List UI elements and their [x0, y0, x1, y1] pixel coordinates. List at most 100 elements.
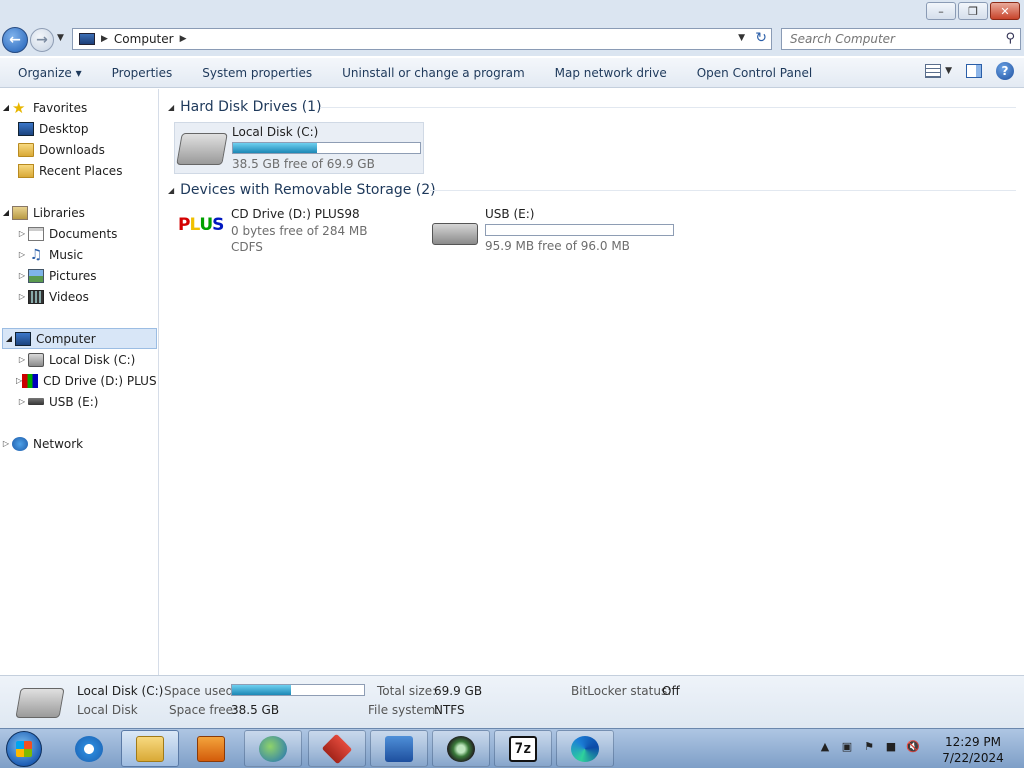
address-row: ← → ▼ ▶ Computer ▶ ▼ ↻ ⚲: [0, 24, 1024, 56]
nav-recent-places[interactable]: Recent Places: [0, 160, 157, 181]
nav-music[interactable]: ▷ ♫ Music: [0, 244, 157, 265]
collapsed-arrow-icon[interactable]: ▷: [0, 439, 12, 448]
capacity-bar-fill: [233, 143, 317, 153]
nav-label: Network: [33, 436, 84, 451]
desktop-icon: [18, 121, 34, 136]
nav-videos[interactable]: ▷ Videos: [0, 286, 157, 307]
organize-menu[interactable]: Organize ▾: [0, 58, 97, 88]
search-input[interactable]: [790, 32, 990, 46]
navigation-pane: ◢ ★ Favorites Desktop Downloads Recent P…: [0, 89, 159, 675]
nav-cd-drive[interactable]: ▷ CD Drive (D:) PLUS98: [0, 370, 157, 391]
expanded-arrow-icon[interactable]: ◢: [3, 334, 15, 343]
nav-desktop[interactable]: Desktop: [0, 118, 157, 139]
nav-usb[interactable]: ▷ USB (E:): [0, 391, 157, 412]
drive-cd-d[interactable]: PLUS CD Drive (D:) PLUS98 0 bytes free o…: [174, 205, 424, 257]
restore-button[interactable]: ❐: [958, 2, 988, 20]
collapsed-arrow-icon[interactable]: ▷: [16, 250, 28, 259]
nav-label: Local Disk (C:): [49, 352, 136, 367]
taskbar-globe-app[interactable]: [244, 730, 302, 767]
nav-label: Desktop: [39, 121, 89, 136]
windows-logo-icon: [16, 741, 32, 757]
address-dropdown-icon[interactable]: ▼: [738, 33, 745, 43]
group-title: Hard Disk Drives (1): [180, 99, 322, 115]
nav-label: Computer: [36, 331, 96, 346]
search-box[interactable]: ⚲: [781, 28, 1021, 50]
breadcrumb-computer[interactable]: Computer: [114, 32, 174, 46]
close-button[interactable]: ✕: [990, 2, 1020, 20]
display-tray-icon[interactable]: ■: [884, 739, 898, 753]
start-button[interactable]: [6, 731, 42, 767]
virtual-machine-icon: [447, 735, 475, 762]
nav-favorites[interactable]: ◢ ★ Favorites: [0, 97, 157, 118]
back-button[interactable]: ←: [2, 27, 28, 53]
star-icon: ★: [12, 98, 26, 117]
refresh-icon[interactable]: ↻: [755, 30, 767, 46]
drive-local-disk-c[interactable]: Local Disk (C:) 38.5 GB free of 69.9 GB: [174, 122, 424, 174]
forward-button[interactable]: →: [30, 28, 54, 52]
breadcrumb-arrow-icon[interactable]: ▶: [101, 34, 108, 44]
collapsed-arrow-icon[interactable]: ▷: [16, 292, 28, 301]
collapsed-arrow-icon[interactable]: ▷: [16, 355, 28, 364]
drive-free-space: 95.9 MB free of 96.0 MB: [485, 239, 630, 253]
collapsed-arrow-icon[interactable]: ▷: [16, 397, 28, 406]
expanded-arrow-icon[interactable]: ◢: [0, 208, 12, 217]
network-globe-icon: [12, 436, 28, 451]
nav-network[interactable]: ▷ Network: [0, 433, 157, 454]
details-capacity-bar-fill: [232, 685, 292, 695]
collapsed-arrow-icon[interactable]: ▷: [16, 271, 28, 280]
uninstall-program-button[interactable]: Uninstall or change a program: [327, 58, 540, 88]
breadcrumb-arrow-icon[interactable]: ▶: [180, 34, 187, 44]
taskbar-internet-explorer[interactable]: [60, 730, 118, 767]
nav-local-disk[interactable]: ▷ Local Disk (C:): [0, 349, 157, 370]
show-hidden-icons-chevron-up-icon[interactable]: ▲: [818, 739, 832, 753]
help-icon[interactable]: ?: [996, 62, 1014, 80]
nav-label: Recent Places: [39, 163, 123, 178]
taskbar-7zip[interactable]: 7z: [494, 730, 552, 767]
recent-pages-chevron-icon[interactable]: ▼: [57, 33, 64, 43]
group-header-removable[interactable]: ◢ Devices with Removable Storage (2): [168, 180, 436, 200]
taskbar-vm-app[interactable]: [432, 730, 490, 767]
system-properties-button[interactable]: System properties: [187, 58, 327, 88]
network-tray-icon[interactable]: ▣: [840, 739, 854, 753]
recent-places-icon: [18, 163, 34, 178]
map-network-drive-button[interactable]: Map network drive: [540, 58, 682, 88]
taskbar-red-app[interactable]: [308, 730, 366, 767]
nav-label: Documents: [49, 226, 118, 241]
nav-downloads[interactable]: Downloads: [0, 139, 157, 160]
details-file-system: NTFS: [434, 703, 465, 717]
usb-drive-icon: [432, 223, 478, 245]
taskbar-media-player[interactable]: [182, 730, 240, 767]
system-tray: ▲ ▣ ⚑ ■ 🔇: [818, 739, 920, 753]
minimize-button[interactable]: –: [926, 2, 956, 20]
taskbar-windows-explorer[interactable]: [121, 730, 179, 767]
open-control-panel-button[interactable]: Open Control Panel: [682, 58, 827, 88]
drive-list-view: ◢ Hard Disk Drives (1) Local Disk (C:) 3…: [160, 89, 1024, 675]
nav-libraries[interactable]: ◢ Libraries: [0, 202, 157, 223]
properties-button[interactable]: Properties: [97, 58, 188, 88]
address-bar[interactable]: ▶ Computer ▶ ▼ ↻: [72, 28, 772, 50]
system-clock[interactable]: 12:29 PM 7/22/2024: [930, 734, 1016, 766]
downloads-folder-icon: [18, 142, 34, 157]
collapse-group-arrow-icon[interactable]: ◢: [168, 103, 174, 112]
nav-label: CD Drive (D:) PLUS98: [43, 373, 157, 388]
hard-disk-icon: [28, 352, 44, 367]
collapsed-arrow-icon[interactable]: ▷: [16, 229, 28, 238]
expanded-arrow-icon[interactable]: ◢: [0, 103, 12, 112]
taskbar-blue-app[interactable]: [370, 730, 428, 767]
nav-computer[interactable]: ◢ Computer: [2, 328, 157, 349]
view-options-chevron-down-icon[interactable]: ▼: [945, 66, 952, 76]
group-header-hard-disk[interactable]: ◢ Hard Disk Drives (1): [168, 97, 322, 117]
music-note-icon: ♫: [29, 246, 43, 263]
nav-pictures[interactable]: ▷ Pictures: [0, 265, 157, 286]
drive-usb-e[interactable]: USB (E:) 95.9 MB free of 96.0 MB: [428, 205, 678, 257]
details-file-system-label: File system:: [368, 703, 440, 717]
change-view-icon[interactable]: [925, 64, 942, 78]
taskbar: 7z ▲ ▣ ⚑ ■ 🔇 12:29 PM 7/22/2024: [0, 728, 1024, 768]
nav-documents[interactable]: ▷ Documents: [0, 223, 157, 244]
action-center-flag-icon[interactable]: ⚑: [862, 739, 876, 753]
collapse-group-arrow-icon[interactable]: ◢: [168, 186, 174, 195]
preview-pane-icon[interactable]: [966, 64, 982, 78]
taskbar-edge[interactable]: [556, 730, 614, 767]
search-icon[interactable]: ⚲: [1005, 31, 1015, 46]
volume-muted-icon[interactable]: 🔇: [906, 739, 920, 753]
